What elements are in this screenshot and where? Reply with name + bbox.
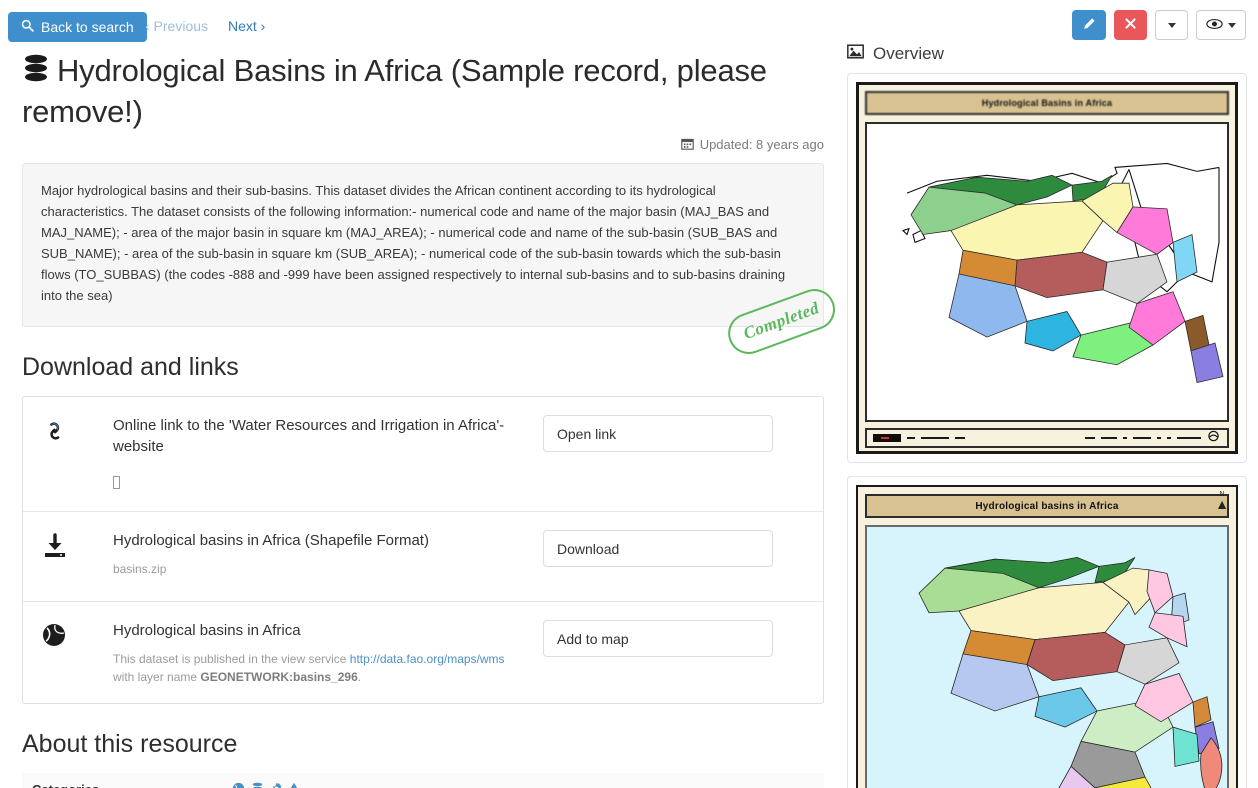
- overview-header: Overview: [847, 44, 1247, 64]
- about-heading: About this resource: [22, 729, 238, 758]
- database-stack-icon: [22, 54, 50, 93]
- download-title: Online link to the 'Water Resources and …: [113, 416, 505, 455]
- download-info: Online link to the 'Water Resources and …: [113, 413, 543, 495]
- basin-map-thumbnail-1[interactable]: Hydrological Basins in Africa: [856, 82, 1238, 454]
- globe-icon: [41, 618, 113, 653]
- legend-dash: [1101, 437, 1117, 439]
- delete-button[interactable]: [1114, 10, 1147, 40]
- wms-service-link[interactable]: http://data.fao.org/maps/wms: [350, 652, 505, 666]
- overview-thumbnail-card[interactable]: Hydrological basins in Africa N ▲: [847, 476, 1247, 788]
- water-drop-icon[interactable]: [289, 782, 299, 788]
- open-link-button[interactable]: Open link: [543, 414, 773, 452]
- eye-icon: [1206, 18, 1223, 33]
- compass-north-icon: N ▲: [1215, 491, 1229, 512]
- missing-glyph-icon: [113, 475, 120, 489]
- overview-thumbnail-card[interactable]: Hydrological Basins in Africa: [847, 73, 1247, 463]
- previous-link[interactable]: ‹ Previous: [145, 18, 208, 34]
- record-actions: [1072, 10, 1246, 40]
- legend-dash: [1123, 437, 1127, 439]
- abstract-box: Major hydrological basins and their sub-…: [22, 162, 841, 360]
- map-canvas: [865, 122, 1229, 422]
- downloads-list: Online link to the 'Water Resources and …: [22, 395, 824, 704]
- legend-dash: [1167, 437, 1171, 439]
- download-action: Add to map: [543, 618, 773, 657]
- chain-link-icon: [41, 413, 113, 450]
- legend-emblem-icon: [1207, 429, 1221, 447]
- about-table: Categories: [22, 772, 824, 788]
- toolbar: Back to search ‹ Previous Next ›: [0, 0, 1258, 46]
- edit-button[interactable]: [1072, 10, 1106, 40]
- basin-map-thumbnail-2[interactable]: Hydrological basins in Africa N ▲: [856, 485, 1238, 788]
- download-info: Hydrological basins in Africa This datas…: [113, 618, 543, 687]
- layer-name: GEONETWORK:basins_296: [200, 670, 358, 685]
- calendar-icon: [680, 137, 694, 153]
- chevron-down-icon: [1228, 22, 1236, 28]
- download-filename: basins.zip: [113, 561, 167, 576]
- status-badge: Completed: [722, 283, 841, 360]
- page-title: Hydrological Basins in Africa (Sample re…: [22, 52, 824, 131]
- view-mode-dropdown[interactable]: [1196, 10, 1246, 40]
- download-service-note: This dataset is published in the view se…: [113, 650, 525, 687]
- download-subtitle: [113, 466, 525, 495]
- overview-heading: Overview: [873, 44, 944, 63]
- map-legend-bar: [865, 428, 1229, 448]
- legend-dash: [1133, 437, 1151, 439]
- download-info: Hydrological basins in Africa (Shapefile…: [113, 528, 543, 579]
- legend-dash: [907, 437, 915, 439]
- service-note-prefix: This dataset is published in the view se…: [113, 651, 350, 666]
- service-note-suffix: .: [357, 670, 362, 685]
- back-to-search-label: Back to search: [41, 19, 134, 35]
- download-row: Hydrological basins in Africa (Shapefile…: [23, 512, 823, 602]
- download-action: Open link: [543, 413, 773, 452]
- row-label: Categories: [22, 773, 222, 788]
- download-row: Online link to the 'Water Resources and …: [23, 397, 823, 512]
- legend-dash: [1157, 437, 1161, 439]
- database-stack-icon[interactable]: [251, 782, 270, 788]
- download-button[interactable]: Download: [543, 529, 773, 567]
- page-title-text: Hydrological Basins in Africa (Sample re…: [22, 53, 767, 129]
- close-x-icon: [1124, 17, 1137, 33]
- more-actions-dropdown[interactable]: [1155, 10, 1188, 40]
- download-row: Hydrological basins in Africa This datas…: [23, 602, 823, 703]
- chevron-down-icon: [1167, 22, 1176, 28]
- updated-text: Updated: 8 years ago: [699, 137, 824, 153]
- overview-column: Overview Hydrological Basins in Africa H…: [847, 44, 1247, 788]
- back-to-search-button[interactable]: Back to search: [8, 12, 147, 42]
- search-icon: [21, 13, 34, 41]
- row-value: [222, 773, 824, 788]
- updated-timestamp: Updated: 8 years ago: [22, 137, 824, 153]
- table-row: Categories: [22, 772, 824, 788]
- pencil-icon: [1082, 17, 1096, 34]
- legend-dash: [1177, 437, 1201, 439]
- next-link[interactable]: Next ›: [228, 18, 265, 34]
- service-note-mid: with layer name: [113, 670, 201, 685]
- globe-icon[interactable]: [232, 782, 251, 788]
- record-detail-page: Back to search ‹ Previous Next › Hydrolo…: [0, 0, 1258, 788]
- record-main-column: Hydrological Basins in Africa (Sample re…: [22, 52, 841, 788]
- gear-icon[interactable]: [270, 782, 289, 788]
- download-action: Download: [543, 528, 773, 567]
- category-icons: [232, 782, 299, 788]
- legend-dash: [1085, 437, 1095, 439]
- map-canvas: [865, 525, 1229, 788]
- add-to-map-button[interactable]: Add to map: [543, 619, 773, 657]
- legend-scale-block: [873, 434, 901, 442]
- download-title: Hydrological basins in Africa (Shapefile…: [113, 531, 429, 549]
- map-title: Hydrological basins in Africa: [865, 494, 1229, 518]
- downloads-heading: Download and links: [22, 352, 239, 381]
- picture-icon: [847, 44, 864, 64]
- legend-dash: [955, 437, 965, 439]
- legend-dash: [921, 437, 949, 439]
- download-title: Hydrological basins in Africa: [113, 621, 301, 639]
- abstract-text: Major hydrological basins and their sub-…: [41, 182, 786, 303]
- map-title: Hydrological Basins in Africa: [865, 91, 1229, 115]
- download-icon: [41, 528, 113, 565]
